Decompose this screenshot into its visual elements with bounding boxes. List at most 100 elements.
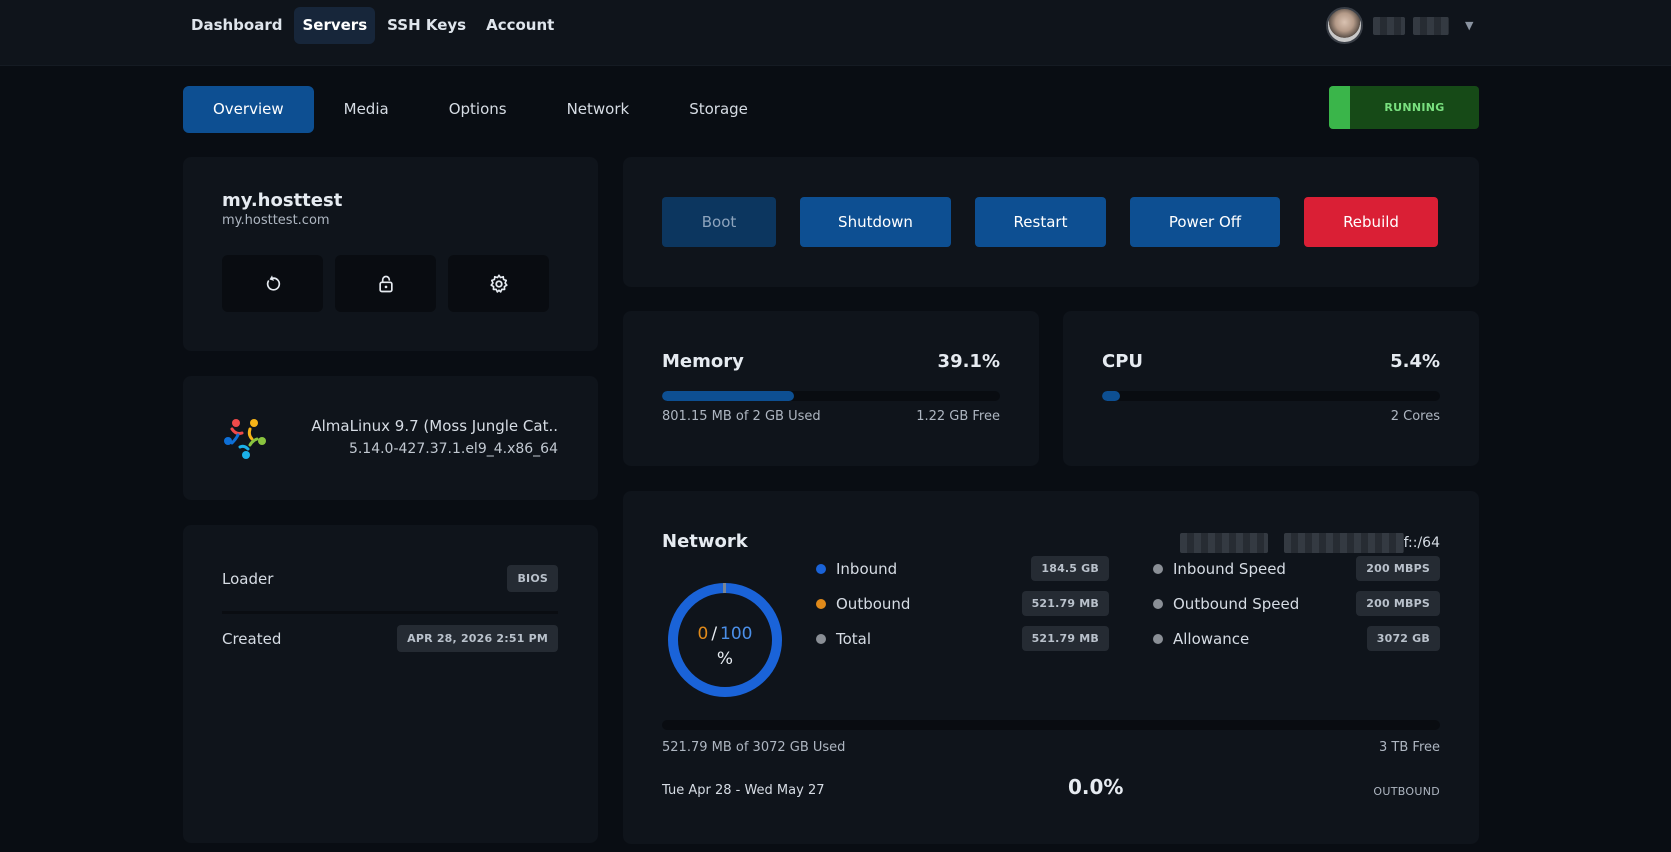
cpu-cores: 2 Cores bbox=[1390, 409, 1440, 424]
redacted-text bbox=[1373, 16, 1405, 35]
legend-allowance: Allowance 3072 GB bbox=[1153, 626, 1440, 651]
loader-badge: BIOS bbox=[507, 565, 558, 592]
tab-storage[interactable]: Storage bbox=[659, 86, 778, 133]
allowance-value: 3072 GB bbox=[1366, 626, 1440, 651]
unlock-button[interactable] bbox=[335, 255, 436, 312]
redacted-text bbox=[1179, 533, 1268, 553]
donut-total: 100 bbox=[720, 624, 753, 644]
status-label: RUNNING bbox=[1384, 101, 1445, 114]
outbound-speed-value: 200 MBPS bbox=[1356, 591, 1440, 616]
donut-separator: / bbox=[711, 624, 718, 644]
donut-value: 0/100 bbox=[666, 624, 784, 644]
unlock-icon bbox=[378, 275, 393, 292]
settings-button[interactable] bbox=[448, 255, 549, 312]
loader-row: Loader BIOS bbox=[222, 565, 558, 592]
divider bbox=[222, 611, 558, 614]
power-off-button[interactable]: Power Off bbox=[1130, 197, 1280, 247]
total-label: Total bbox=[836, 629, 872, 648]
created-row: Created APR 28, 2026 2:51 PM bbox=[222, 625, 558, 652]
redacted-text bbox=[1413, 16, 1449, 35]
inbound-label: Inbound bbox=[836, 559, 898, 578]
donut-used: 0 bbox=[697, 624, 709, 644]
memory-percent: 39.1% bbox=[937, 351, 1000, 372]
cpu-progress-fill bbox=[1102, 391, 1121, 401]
outbound-speed-label: Outbound Speed bbox=[1173, 594, 1300, 613]
rebuild-button[interactable]: Rebuild bbox=[1304, 197, 1438, 247]
billing-period: Tue Apr 28 - Wed May 27 bbox=[662, 783, 825, 798]
restart-button[interactable]: Restart bbox=[975, 197, 1106, 247]
server-tabs: Overview Media Options Network Storage bbox=[183, 86, 778, 133]
nav-account[interactable]: Account bbox=[478, 7, 562, 44]
cpu-percent: 5.4% bbox=[1390, 351, 1440, 372]
outbound-dot bbox=[816, 598, 826, 609]
inbound-value: 184.5 GB bbox=[1031, 556, 1109, 581]
reload-icon bbox=[266, 274, 280, 291]
cpu-card: CPU 5.4% 2 Cores bbox=[1063, 311, 1479, 466]
created-badge: APR 28, 2026 2:51 PM bbox=[397, 625, 558, 652]
donut-unit: % bbox=[716, 649, 734, 669]
created-label: Created bbox=[222, 629, 282, 648]
network-title: Network bbox=[662, 531, 748, 552]
user-menu[interactable]: ▼ bbox=[1326, 7, 1473, 44]
allowance-dot bbox=[1153, 633, 1163, 644]
caret-down-icon[interactable]: ▼ bbox=[1465, 19, 1473, 32]
total-value: 521.79 MB bbox=[1021, 626, 1109, 651]
almalinux-logo bbox=[224, 419, 266, 459]
legend-outbound: Outbound 521.79 MB bbox=[816, 591, 1109, 616]
nav-servers[interactable]: Servers bbox=[294, 7, 376, 44]
outbound-value: 521.79 MB bbox=[1021, 591, 1109, 616]
ip-address: f::/64 bbox=[1179, 533, 1440, 553]
user-avatar[interactable] bbox=[1326, 7, 1363, 44]
user-name-redacted[interactable] bbox=[1373, 16, 1449, 35]
memory-title: Memory bbox=[662, 351, 744, 372]
gear-icon bbox=[489, 273, 508, 293]
reload-button[interactable] bbox=[222, 255, 323, 312]
main-nav: Dashboard Servers SSH Keys Account bbox=[183, 7, 562, 44]
status-badge: RUNNING bbox=[1329, 86, 1479, 129]
power-actions: Boot Shutdown Restart Power Off Rebuild bbox=[662, 197, 1438, 247]
nav-dashboard[interactable]: Dashboard bbox=[183, 7, 290, 44]
memory-progress-track bbox=[662, 391, 1000, 401]
memory-used: 801.15 MB of 2 GB Used bbox=[662, 409, 821, 424]
server-hostname: my.hosttest.com bbox=[222, 213, 330, 228]
inbound-speed-value: 200 MBPS bbox=[1356, 556, 1440, 581]
inbound-dot bbox=[816, 563, 826, 574]
os-card: AlmaLinux 9.7 (Moss Jungle Cat.. 5.14.0-… bbox=[183, 376, 598, 500]
nav-ssh-keys[interactable]: SSH Keys bbox=[379, 7, 474, 44]
shutdown-button[interactable]: Shutdown bbox=[800, 197, 951, 247]
tab-media[interactable]: Media bbox=[314, 86, 419, 133]
server-quick-actions bbox=[222, 255, 549, 312]
network-percent: 0.0% bbox=[1068, 775, 1124, 799]
network-card: Network f::/64 0/100 % Inbound 184.5 GB … bbox=[623, 491, 1479, 844]
donut-marker bbox=[723, 583, 726, 593]
traffic-direction: OUTBOUND bbox=[1373, 785, 1440, 798]
network-used: 521.79 MB of 3072 GB Used bbox=[662, 740, 846, 755]
os-name: AlmaLinux 9.7 (Moss Jungle Cat.. bbox=[311, 417, 558, 435]
tab-options[interactable]: Options bbox=[419, 86, 537, 133]
total-dot bbox=[816, 633, 826, 644]
cpu-progress-track bbox=[1102, 391, 1440, 401]
ip-suffix: f::/64 bbox=[1403, 535, 1440, 551]
memory-card: Memory 39.1% 801.15 MB of 2 GB Used 1.22… bbox=[623, 311, 1039, 466]
os-kernel: 5.14.0-427.37.1.el9_4.x86_64 bbox=[348, 441, 558, 457]
boot-button[interactable]: Boot bbox=[662, 197, 776, 247]
legend-total: Total 521.79 MB bbox=[816, 626, 1109, 651]
network-usage-track bbox=[662, 720, 1440, 730]
tab-network[interactable]: Network bbox=[537, 86, 660, 133]
memory-free: 1.22 GB Free bbox=[916, 409, 1000, 424]
server-name: my.hosttest bbox=[222, 190, 343, 211]
legend-inbound-speed: Inbound Speed 200 MBPS bbox=[1153, 556, 1440, 581]
inbound-speed-dot bbox=[1153, 563, 1163, 574]
top-navbar: Dashboard Servers SSH Keys Account ▼ bbox=[0, 0, 1671, 66]
status-indicator bbox=[1329, 86, 1350, 129]
network-free: 3 TB Free bbox=[1379, 740, 1440, 755]
power-actions-card: Boot Shutdown Restart Power Off Rebuild bbox=[623, 157, 1479, 287]
tab-overview[interactable]: Overview bbox=[183, 86, 314, 133]
redacted-text bbox=[1283, 533, 1404, 553]
legend-inbound: Inbound 184.5 GB bbox=[816, 556, 1109, 581]
legend-outbound-speed: Outbound Speed 200 MBPS bbox=[1153, 591, 1440, 616]
allowance-label: Allowance bbox=[1173, 629, 1250, 648]
outbound-label: Outbound bbox=[836, 594, 911, 613]
cpu-title: CPU bbox=[1102, 351, 1144, 372]
memory-progress-fill bbox=[662, 391, 795, 401]
